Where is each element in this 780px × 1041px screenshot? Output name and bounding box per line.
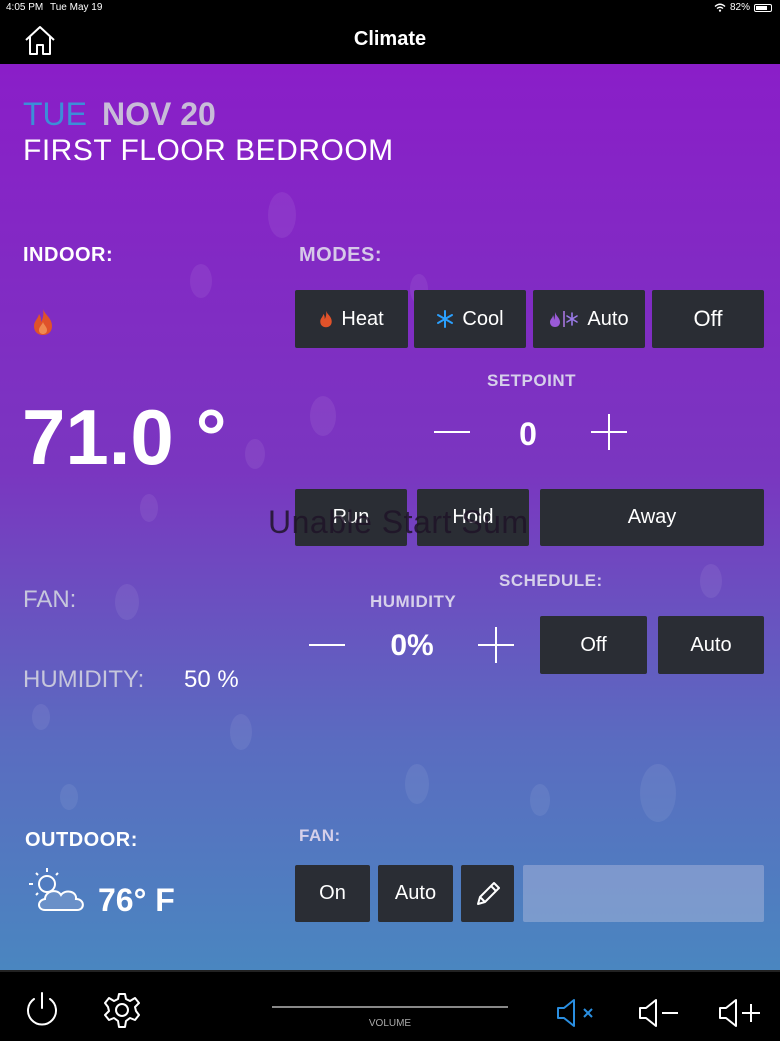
volume-slider[interactable] [272, 1006, 508, 1008]
pencil-icon [476, 881, 500, 905]
schedule-auto-label: Auto [690, 633, 732, 656]
humidity-status-label: HUMIDITY: [23, 666, 145, 693]
page-title: Climate [353, 28, 427, 50]
cool-mode-label: Cool [462, 307, 504, 330]
fan-control-label: FAN: [299, 826, 341, 845]
auto-mode-icon [550, 311, 579, 327]
volume-down-icon[interactable] [638, 998, 680, 1028]
weather-sun-cloud-icon [29, 868, 84, 911]
humidity-control-label: HUMIDITY [370, 592, 457, 611]
edit-button[interactable] [461, 865, 514, 922]
indoor-label: INDOOR: [23, 244, 114, 266]
date-label: NOV 20 [102, 96, 216, 132]
outdoor-temperature: 76° F [98, 882, 175, 918]
fan-on-button[interactable]: On [295, 865, 370, 922]
away-button[interactable]: Away [540, 489, 764, 546]
setpoint-label: SETPOINT [487, 371, 577, 390]
humidity-decrease-button[interactable] [309, 644, 345, 646]
cool-mode-button[interactable]: Cool [414, 290, 526, 348]
status-overlay-text: Unable Start Sum [268, 504, 529, 540]
status-bar: 4:05 PM Tue May 19 82% [0, 0, 780, 16]
status-date: Tue May 19 [50, 2, 103, 13]
fan-auto-button[interactable]: Auto [378, 865, 453, 922]
schedule-label: SCHEDULE: [499, 571, 603, 590]
humidity-status-value: 50 % [184, 666, 239, 693]
modes-label: MODES: [299, 244, 382, 266]
bottom-bar: VOLUME [0, 970, 780, 1041]
schedule-auto-button[interactable]: Auto [658, 616, 764, 674]
schedule-off-label: Off [580, 633, 607, 656]
fan-auto-label: Auto [394, 882, 437, 904]
off-mode-button[interactable]: Off [652, 290, 764, 348]
flame-icon [34, 309, 52, 335]
volume-label: VOLUME [368, 1018, 412, 1029]
day-label: TUE [23, 96, 87, 132]
fan-extra-button[interactable] [523, 865, 764, 922]
fan-status-label: FAN: [23, 586, 77, 613]
fan-on-label: On [319, 882, 346, 904]
indoor-temperature: 71.0 ° [22, 393, 227, 481]
status-time: 4:05 PM [6, 2, 44, 13]
outdoor-label: OUTDOOR: [25, 829, 138, 851]
top-bar: Climate [0, 16, 780, 64]
setpoint-value: 0 [519, 416, 537, 452]
climate-panel: TUE NOV 20 FIRST FLOOR BEDROOM INDOOR: 7… [0, 64, 780, 970]
battery-icon [754, 3, 772, 12]
setpoint-decrease-button[interactable] [434, 431, 470, 433]
off-mode-label: Off [693, 306, 723, 331]
humidity-increase-button[interactable] [478, 627, 514, 663]
auto-mode-label: Auto [587, 307, 629, 330]
gear-icon[interactable] [102, 991, 142, 1031]
auto-mode-button[interactable]: Auto [533, 290, 645, 348]
flame-icon [320, 310, 333, 328]
room-name: FIRST FLOOR BEDROOM [23, 134, 394, 167]
schedule-off-button[interactable]: Off [540, 616, 647, 674]
status-right: 82% [714, 2, 772, 13]
setpoint-increase-button[interactable] [591, 414, 627, 450]
heat-mode-button[interactable]: Heat [295, 290, 408, 348]
heat-mode-label: Heat [341, 307, 384, 330]
wifi-icon [714, 3, 726, 12]
mute-icon[interactable] [556, 998, 598, 1028]
snowflake-icon [437, 310, 454, 328]
battery-percent: 82% [729, 2, 750, 13]
volume-up-icon[interactable] [718, 996, 762, 1030]
away-label: Away [627, 506, 677, 528]
humidity-control-value: 0% [390, 629, 434, 662]
power-icon[interactable] [22, 990, 62, 1030]
